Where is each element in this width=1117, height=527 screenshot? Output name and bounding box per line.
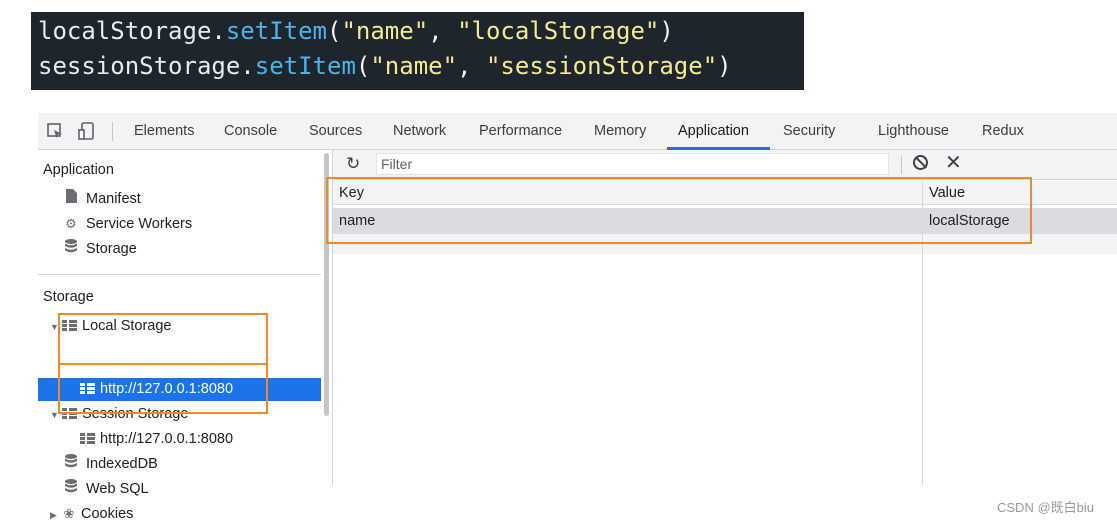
tab-network[interactable]: Network <box>393 113 446 150</box>
highlight-box-table <box>326 177 1032 244</box>
sidebar-heading-storage: Storage <box>43 289 94 305</box>
code-line-2: sessionStorage.setItem("name", "sessionS… <box>38 52 732 80</box>
table-icon <box>80 433 95 444</box>
sidebar-item-manifest[interactable]: Manifest <box>62 187 141 211</box>
filter-bar: ↻ ✕ <box>333 150 1117 180</box>
tab-redux[interactable]: Redux <box>982 113 1024 150</box>
sidebar-item-service-workers[interactable]: ⚙ Service Workers <box>62 212 192 236</box>
filter-divider <box>901 156 902 174</box>
refresh-icon[interactable]: ↻ <box>346 154 360 174</box>
filter-input[interactable] <box>376 153 889 175</box>
sidebar-item-cookies[interactable]: ▶ ❀ Cookies <box>50 502 133 526</box>
tab-application[interactable]: Application <box>678 113 749 150</box>
sidebar-divider <box>38 274 321 275</box>
inspect-icon[interactable] <box>46 122 64 140</box>
device-icon[interactable] <box>78 122 96 140</box>
toolbar-divider <box>112 122 113 141</box>
tab-lighthouse[interactable]: Lighthouse <box>878 113 949 150</box>
collapse-arrow-icon[interactable]: ▶ <box>50 503 60 527</box>
file-icon <box>62 187 80 211</box>
sidebar-item-storage[interactable]: Storage <box>62 237 137 261</box>
devtools-panel: Elements Console Sources Network Perform… <box>38 113 1117 522</box>
watermark: CSDN @既白biu <box>997 500 1094 515</box>
code-snippet: localStorage.setItem("name", "localStora… <box>31 12 804 90</box>
tab-memory[interactable]: Memory <box>594 113 646 150</box>
highlight-box-session-storage <box>58 363 268 414</box>
block-icon[interactable] <box>913 155 928 170</box>
tab-sources[interactable]: Sources <box>309 113 362 150</box>
database-icon <box>62 477 80 501</box>
tab-performance[interactable]: Performance <box>479 113 562 150</box>
devtools-toolbar: Elements Console Sources Network Perform… <box>38 113 1117 150</box>
cookie-icon: ❀ <box>63 506 75 521</box>
sidebar-item-websql[interactable]: Web SQL <box>62 477 149 501</box>
gear-icon: ⚙ <box>65 216 77 231</box>
highlight-box-local-storage <box>58 313 268 365</box>
code-line-1: localStorage.setItem("name", "localStora… <box>38 17 674 45</box>
close-icon[interactable]: ✕ <box>945 152 962 174</box>
database-icon <box>62 452 80 476</box>
tab-elements[interactable]: Elements <box>134 113 194 150</box>
sidebar-heading-application: Application <box>43 162 114 178</box>
database-icon <box>62 237 80 261</box>
tab-security[interactable]: Security <box>783 113 835 150</box>
tab-console[interactable]: Console <box>224 113 277 150</box>
sidebar-item-session-storage-origin[interactable]: http://127.0.0.1:8080 <box>80 427 233 451</box>
sidebar-item-indexeddb[interactable]: IndexedDB <box>62 452 158 476</box>
